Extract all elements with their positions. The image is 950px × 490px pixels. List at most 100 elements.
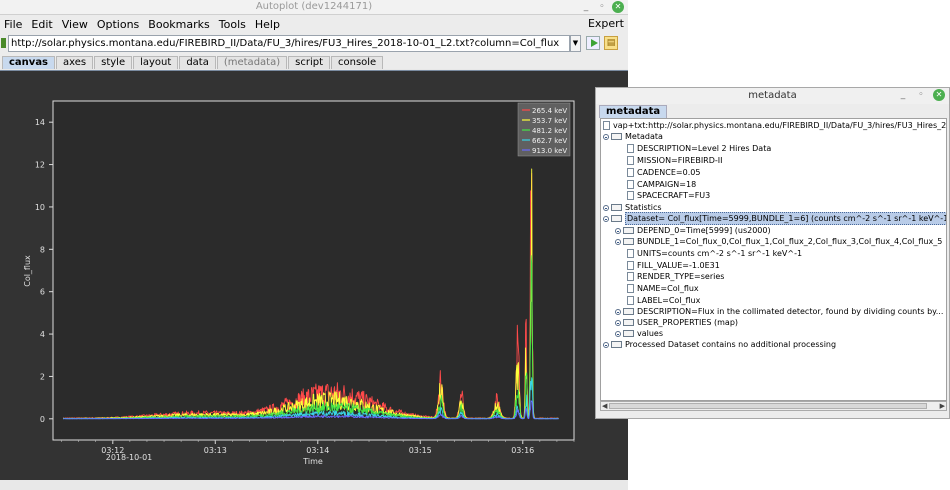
menu-edit[interactable]: Edit <box>31 18 52 31</box>
expand-toggle-icon[interactable] <box>615 238 621 245</box>
data-source-input[interactable]: http://solar.physics.montana.edu/FIREBIR… <box>8 35 570 52</box>
y-tick-label: 10 <box>35 203 45 212</box>
tree-leaf[interactable]: LABEL=Col_flux <box>627 295 700 306</box>
time-series-plot[interactable]: 02468101214 03:12 03:13 03:14 03:15 03:16 Co… <box>0 71 628 481</box>
tab-metadata-tree[interactable]: metadata <box>599 105 668 118</box>
tree-node[interactable]: BUNDLE_1=Col_flux_0,Col_flux_1,Col_flux_… <box>615 236 942 247</box>
file-icon <box>627 272 634 281</box>
tree-node-processed[interactable]: Processed Dataset contains no additional… <box>603 339 836 350</box>
metadata-tabs: metadata <box>596 104 949 118</box>
legend-label: 913.0 keV <box>532 147 567 155</box>
tree-leaf[interactable]: MISSION=FIREBIRD-II <box>627 155 723 166</box>
maximize-icon[interactable]: ◦ <box>596 1 608 13</box>
tree-leaf[interactable]: CAMPAIGN=18 <box>627 179 696 190</box>
tree-leaf[interactable]: NAME=Col_flux <box>627 283 699 294</box>
file-icon <box>627 296 634 305</box>
tree-node[interactable]: DESCRIPTION=Flux in the collimated detec… <box>615 306 943 317</box>
tree-node-dataset[interactable]: Dataset= Col_flux[Time=5999,BUNDLE_1=6] … <box>603 212 946 225</box>
legend: 265.4 keV 353.7 keV 481.2 keV 662.7 keV 913.… <box>517 102 571 157</box>
browse-folder-button[interactable]: ▤ <box>604 36 618 50</box>
menu-help[interactable]: Help <box>255 18 280 31</box>
legend-label: 353.7 keV <box>532 117 567 125</box>
plot-go-button[interactable] <box>586 36 600 50</box>
tree-leaf[interactable]: DESCRIPTION=Level 2 Hires Data <box>627 143 771 154</box>
tab-console[interactable]: console <box>331 56 384 69</box>
tree-leaf[interactable]: CADENCE=0.05 <box>627 167 700 178</box>
menu-file[interactable]: File <box>4 18 22 31</box>
collapse-toggle-icon[interactable] <box>603 133 609 140</box>
tab-canvas[interactable]: canvas <box>2 56 56 69</box>
folder-icon <box>623 238 634 245</box>
tree-node[interactable]: DEPEND_0=Time[5999] (us2000) <box>615 225 771 236</box>
legend-label: 265.4 keV <box>532 107 567 115</box>
scroll-right-icon[interactable]: ▶ <box>940 402 945 410</box>
scroll-thumb[interactable] <box>609 403 927 409</box>
tree-leaf[interactable]: SPACECRAFT=FU3 <box>627 190 710 201</box>
folder-icon <box>623 319 634 326</box>
tree-node[interactable]: USER_PROPERTIES (map) <box>615 317 738 328</box>
menu-view[interactable]: View <box>62 18 88 31</box>
data-source-bar: http://solar.physics.montana.edu/FIREBIR… <box>0 33 628 55</box>
tab-data[interactable]: data <box>179 56 216 69</box>
minimize-icon[interactable]: _ <box>580 1 592 13</box>
y-tick-label: 14 <box>35 118 45 127</box>
plot-canvas[interactable]: 0 2 4 6 8 10 12 14 03:12 03:13 03:14 03:15 03:16 Co… <box>0 70 628 480</box>
tree-node-metadata[interactable]: Metadata <box>603 131 663 142</box>
tab-style[interactable]: style <box>94 56 133 69</box>
tab-layout[interactable]: layout <box>133 56 179 69</box>
maximize-icon[interactable]: ◦ <box>915 89 927 101</box>
menu-options[interactable]: Options <box>97 18 139 31</box>
metadata-window: metadata _ ◦ ✕ metadata vap+txt:http://s… <box>595 87 950 419</box>
x-tick-label: 03:13 <box>204 446 227 455</box>
tree-node[interactable]: values <box>615 328 663 339</box>
folder-icon <box>611 341 622 348</box>
file-icon <box>627 191 634 200</box>
close-icon[interactable]: ✕ <box>612 1 624 13</box>
y-tick-label: 0 <box>40 415 45 424</box>
x-tick-label: 03:16 <box>511 446 534 455</box>
folder-icon <box>611 204 622 211</box>
scroll-left-icon[interactable]: ◀ <box>602 402 607 410</box>
collapse-toggle-icon[interactable] <box>603 215 609 222</box>
tab-script[interactable]: script <box>288 56 330 69</box>
y-axis: 0 2 4 6 8 10 12 14 <box>35 118 53 424</box>
url-history-dropdown[interactable]: ▼ <box>570 35 581 52</box>
legend-label: 662.7 keV <box>532 137 567 145</box>
expand-toggle-icon[interactable] <box>615 227 621 234</box>
file-icon <box>627 284 634 293</box>
tab-axes[interactable]: axes <box>56 56 94 69</box>
tree-leaf[interactable]: FILL_VALUE=-1.0E31 <box>627 260 720 271</box>
minimize-icon[interactable]: _ <box>897 89 909 101</box>
folder-icon <box>623 227 634 234</box>
x-tick-label: 03:14 <box>306 446 329 455</box>
file-icon <box>627 261 634 270</box>
autoplot-window: Autoplot (dev1244171) _ ◦ ✕ File Edit Vi… <box>0 0 628 490</box>
expand-toggle-icon[interactable] <box>615 319 621 326</box>
expand-toggle-icon[interactable] <box>615 330 621 337</box>
tree-leaf[interactable]: RENDER_TYPE=series <box>627 271 724 282</box>
menu-bookmarks[interactable]: Bookmarks <box>148 18 209 31</box>
file-icon <box>627 168 634 177</box>
x-tick-label: 03:15 <box>409 446 432 455</box>
tree-root[interactable]: vap+txt:http://solar.physics.montana.edu… <box>603 120 946 131</box>
expand-toggle-icon[interactable] <box>603 204 609 211</box>
x-date-label: 2018-10-01 <box>106 453 153 462</box>
legend-label: 481.2 keV <box>532 127 567 135</box>
window-title: Autoplot (dev1244171) <box>255 1 373 12</box>
close-icon[interactable]: ✕ <box>933 89 945 101</box>
metadata-tree[interactable]: vap+txt:http://solar.physics.montana.edu… <box>600 118 947 401</box>
y-axis-label: Col_flux <box>23 255 32 287</box>
tree-leaf[interactable]: UNITS=counts cm^-2 s^-1 sr^-1 keV^-1 <box>627 248 802 259</box>
expand-toggle-icon[interactable] <box>603 341 609 348</box>
file-icon <box>627 156 634 165</box>
horizontal-scrollbar[interactable]: ◀ ▶ <box>600 401 947 411</box>
tab-metadata[interactable]: (metadata) <box>216 56 288 69</box>
y-tick-label: 6 <box>40 288 45 297</box>
metadata-window-controls: _ ◦ ✕ <box>897 89 945 101</box>
expert-toggle[interactable]: Expert <box>588 17 624 30</box>
expand-toggle-icon[interactable] <box>615 308 621 315</box>
main-tabs: canvas axes style layout data (metadata)… <box>0 55 628 69</box>
menu-tools[interactable]: Tools <box>219 18 246 31</box>
file-icon <box>627 249 634 258</box>
metadata-window-title: metadata <box>748 90 797 101</box>
